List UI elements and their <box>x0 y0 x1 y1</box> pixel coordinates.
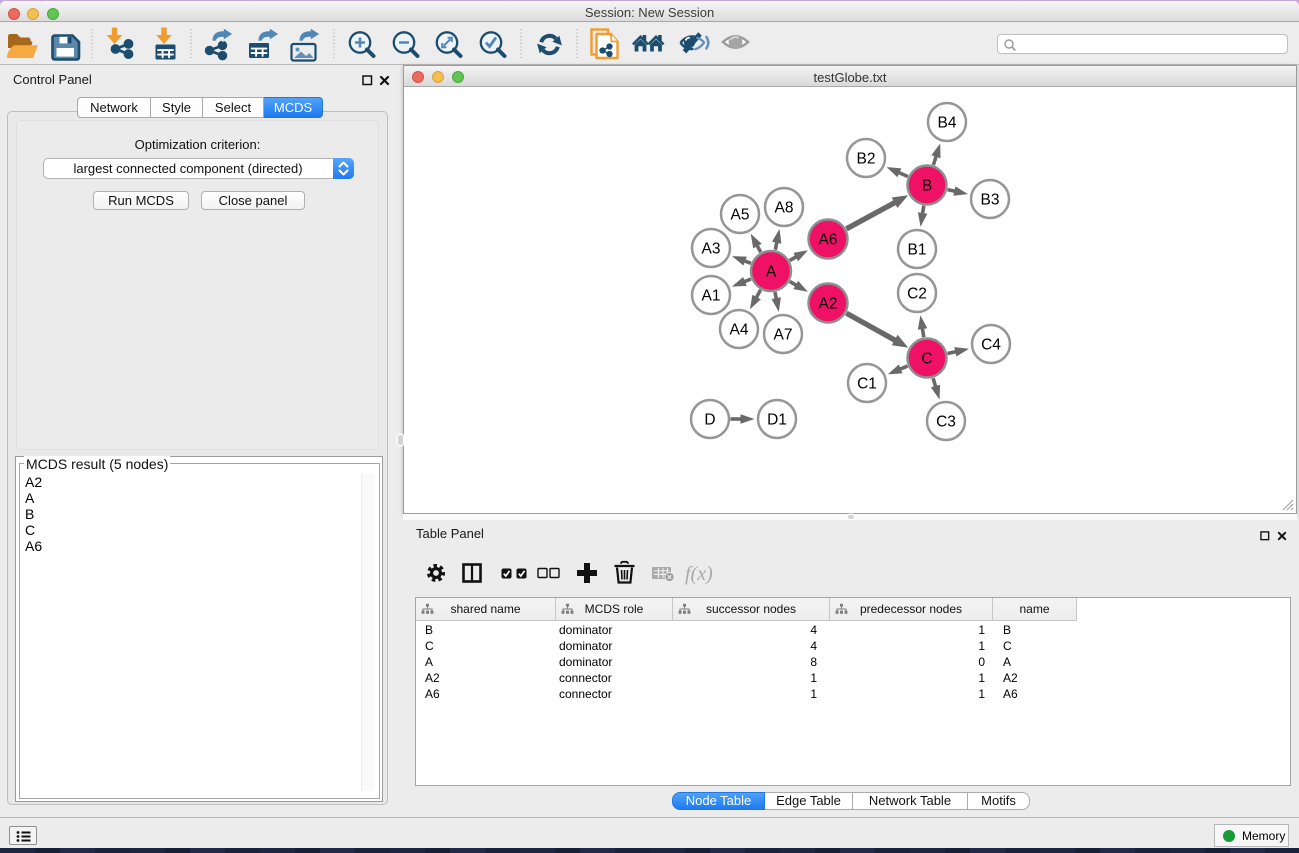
svg-text:A8: A8 <box>775 200 794 217</box>
svg-text:D: D <box>704 412 715 429</box>
svg-text:C2: C2 <box>907 286 927 303</box>
svg-text:C1: C1 <box>857 376 877 393</box>
svg-text:B1: B1 <box>908 242 927 259</box>
svg-text:A3: A3 <box>702 241 721 258</box>
svg-text:A: A <box>766 264 777 281</box>
svg-text:B: B <box>922 178 932 195</box>
svg-text:A1: A1 <box>702 288 721 305</box>
svg-text:C: C <box>921 351 932 368</box>
svg-text:A7: A7 <box>774 327 793 344</box>
svg-text:D1: D1 <box>767 412 787 429</box>
svg-text:A4: A4 <box>730 322 749 339</box>
svg-text:B4: B4 <box>938 115 957 132</box>
svg-text:B3: B3 <box>981 192 1000 209</box>
svg-text:f(x): f(x) <box>685 563 713 585</box>
svg-text:A2: A2 <box>819 296 838 313</box>
svg-text:C3: C3 <box>936 414 956 431</box>
svg-text:C4: C4 <box>981 337 1001 354</box>
svg-text:B2: B2 <box>857 151 876 168</box>
svg-text:A5: A5 <box>731 207 750 224</box>
svg-text:A6: A6 <box>819 232 838 249</box>
